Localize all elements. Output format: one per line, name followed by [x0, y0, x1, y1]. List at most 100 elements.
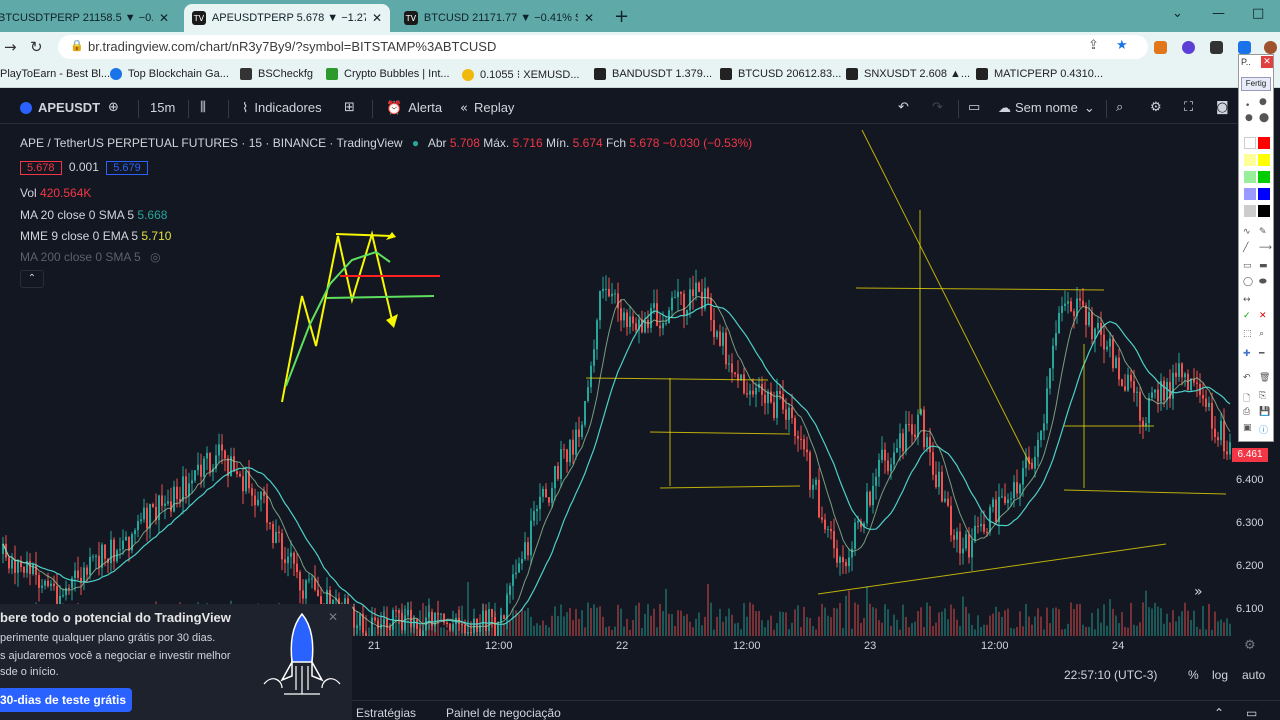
replay-button[interactable]: « Replay	[460, 100, 514, 116]
color-blue-swatch[interactable]	[1258, 188, 1270, 200]
check-icon[interactable]: ✓	[1243, 311, 1251, 321]
search-icon[interactable]: ⌕	[1116, 100, 1123, 115]
bookmark-item[interactable]: Top Blockchain Ga...	[110, 68, 229, 80]
new-page-icon[interactable]: 🗋	[1243, 391, 1250, 407]
color-red-swatch[interactable]	[1258, 137, 1270, 149]
hidden-eye-icon[interactable]: ◎	[150, 250, 160, 264]
close-icon[interactable]: ✕	[372, 11, 382, 25]
candles-icon[interactable]: ⫼	[200, 100, 206, 115]
pen-icon[interactable]: ✎	[1259, 227, 1267, 237]
add-symbol-icon[interactable]: ⊕	[108, 100, 119, 115]
line-icon[interactable]: ╱	[1243, 243, 1248, 253]
zoom-in-icon[interactable]: ✚	[1243, 349, 1251, 359]
ma20-legend[interactable]: MA 20 close 0 SMA 5 5.668	[20, 208, 167, 222]
chart-pane[interactable]: APE / TetherUS PERPETUAL FUTURES · 15 · …	[0, 124, 1232, 636]
dot-medium-icon[interactable]: ●	[1259, 97, 1267, 107]
color-green-swatch[interactable]	[1258, 171, 1270, 183]
bookmark-item[interactable]: 0.1055 ⁝ XEMUSD...	[462, 68, 579, 81]
undo-icon[interactable]: ↶	[898, 100, 909, 115]
browser-tab-active[interactable]: TV APEUSDTPERP 5.678 ▼ −1.27% S ✕	[184, 4, 390, 32]
buy-price-button[interactable]: 5.679	[106, 161, 148, 175]
print-icon[interactable]: ⎙	[1243, 407, 1250, 417]
url-field[interactable]: 🔒 br.tradingview.com/chart/nR3y7By9/?sym…	[58, 35, 1148, 59]
dot-xlarge-icon[interactable]: ⬤	[1259, 113, 1269, 123]
scroll-to-realtime-icon[interactable]: »	[1194, 584, 1203, 600]
browser-tab[interactable]: TV BTCUSD 21171.77 ▼ −0.41% Sem ✕	[396, 4, 602, 32]
symbol-search-button[interactable]: APEUSDT	[20, 100, 100, 115]
avatar[interactable]	[1264, 41, 1277, 54]
image-icon[interactable]: ▣	[1243, 423, 1252, 433]
indicators-button[interactable]: ⌇ Indicadores	[242, 100, 322, 116]
percent-scale-toggle[interactable]: %	[1188, 668, 1199, 682]
trash-icon[interactable]: 🗑	[1259, 373, 1270, 383]
magnifier-icon[interactable]: ⌕	[1259, 329, 1264, 339]
extension-icon[interactable]	[1182, 41, 1195, 54]
select-area-icon[interactable]: ⬚	[1243, 329, 1252, 339]
color-yellow-swatch[interactable]	[1258, 154, 1270, 166]
bookmark-item[interactable]: BANDUSDT 1.379...	[594, 68, 712, 80]
info-icon[interactable]: ⓘ	[1259, 423, 1268, 436]
tab-trading-panel[interactable]: Painel de negociação	[446, 706, 561, 720]
layout-icon[interactable]: ▭	[968, 100, 980, 115]
bookmark-item[interactable]: SNXUSDT 2.608 ▲...	[846, 68, 970, 80]
color-white-swatch[interactable]	[1244, 137, 1256, 149]
chevron-up-icon[interactable]: ⌃	[1214, 706, 1224, 720]
undo-icon[interactable]: ↶	[1243, 373, 1251, 383]
ma200-legend[interactable]: MA 200 close 0 SMA 5 ◎	[20, 250, 161, 264]
log-scale-toggle[interactable]: log	[1212, 668, 1228, 682]
arrow-line-icon[interactable]: ⟶	[1259, 243, 1272, 253]
dot-small-icon[interactable]: •	[1245, 101, 1250, 111]
color-black-swatch[interactable]	[1258, 205, 1270, 217]
color-lightyellow-swatch[interactable]	[1244, 154, 1256, 166]
bookmark-item[interactable]: PlayToEarn - Best Bl...	[0, 68, 110, 80]
sidebar-icon[interactable]	[1238, 41, 1251, 54]
camera-icon[interactable]: ◙	[1216, 100, 1229, 115]
fullscreen-icon[interactable]: ⛶	[1184, 100, 1193, 115]
filled-ellipse-icon[interactable]: ⬬	[1259, 277, 1267, 287]
color-grey-swatch[interactable]	[1244, 205, 1256, 217]
close-icon[interactable]: ✕	[584, 11, 594, 25]
templates-icon[interactable]: ⊞	[344, 100, 355, 115]
bookmark-item[interactable]: BTCUSD 20612.83...	[720, 68, 841, 80]
chevron-down-icon[interactable]: ⌄	[1172, 6, 1183, 21]
redo-icon[interactable]: ↷	[932, 100, 943, 115]
bookmark-item[interactable]: Crypto Bubbles | Int...	[326, 68, 450, 80]
color-lightblue-swatch[interactable]	[1244, 188, 1256, 200]
tab-strategies[interactable]: Estratégias	[356, 706, 416, 720]
puzzle-icon[interactable]	[1210, 41, 1223, 54]
volume-legend[interactable]: Vol 420.564K	[20, 186, 91, 200]
free-trial-button[interactable]: 30-dias de teste grátis	[0, 688, 132, 712]
metamask-icon[interactable]	[1154, 41, 1167, 54]
gear-icon[interactable]: ⚙	[1150, 100, 1162, 115]
dot-large-icon[interactable]: ●	[1245, 113, 1253, 123]
copy-icon[interactable]: ⎘	[1259, 391, 1266, 401]
minimize-icon[interactable]: —	[1212, 6, 1225, 21]
bookmark-item[interactable]: MATICPERP 0.4310...	[976, 68, 1103, 80]
sell-price-button[interactable]: 5.678	[20, 161, 62, 175]
star-icon[interactable]: ★	[1116, 38, 1128, 53]
layout-name-button[interactable]: ☁ Sem nome ⌄	[998, 100, 1095, 116]
browser-tab[interactable]: BTCUSDTPERP 21158.5 ▼ −0.39% ✕	[0, 4, 177, 32]
bookmark-item[interactable]: BSCheckfg	[240, 68, 313, 80]
ellipse-icon[interactable]: ◯	[1243, 277, 1253, 287]
price-chart[interactable]	[0, 124, 1232, 636]
alert-button[interactable]: ⏰ Alerta	[386, 100, 442, 116]
color-lightgreen-swatch[interactable]	[1244, 171, 1256, 183]
axis-settings-icon[interactable]: ⚙	[1244, 638, 1256, 653]
close-icon[interactable]: ✕	[159, 11, 169, 25]
freehand-icon[interactable]: ∿	[1243, 227, 1251, 237]
collapse-legend-button[interactable]: ⌃	[20, 270, 44, 288]
zoom-out-icon[interactable]: ━	[1259, 349, 1264, 359]
maximize-panel-icon[interactable]: ▭	[1246, 706, 1257, 720]
reload-icon[interactable]: ↻	[30, 38, 43, 56]
new-tab-button[interactable]: +	[614, 6, 629, 27]
rectangle-icon[interactable]: ▭	[1243, 261, 1252, 271]
auto-scale-toggle[interactable]: auto	[1242, 668, 1265, 682]
clock-readout[interactable]: 22:57:10 (UTC-3)	[1064, 668, 1157, 682]
ema9-legend[interactable]: MME 9 close 0 EMA 5 5.710	[20, 229, 171, 243]
close-icon[interactable]: ✕	[1261, 56, 1273, 68]
filled-rectangle-icon[interactable]: ▬	[1259, 261, 1268, 271]
double-arrow-icon[interactable]: ↔	[1243, 295, 1251, 305]
done-button[interactable]: Fertig	[1241, 77, 1271, 91]
cross-icon[interactable]: ✕	[1259, 311, 1267, 321]
